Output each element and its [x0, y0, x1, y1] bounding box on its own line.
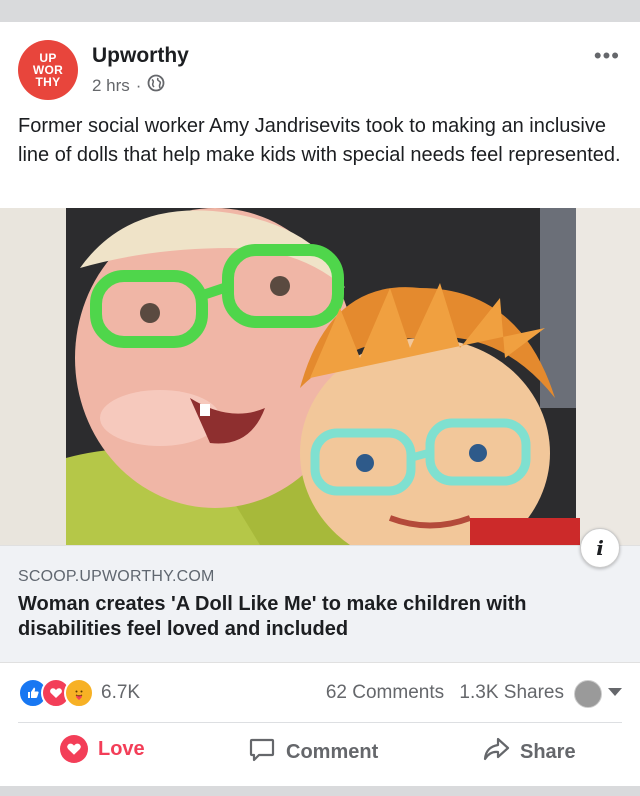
reaction-count: 6.7K	[101, 682, 141, 703]
actions-divider	[18, 722, 622, 723]
link-preview[interactable]: i SCOOP.UPWORTHY.COM Woman creates 'A Do…	[0, 528, 640, 663]
link-title[interactable]: Woman creates 'A Doll Like Me' to make c…	[18, 592, 618, 642]
photo-illustration	[0, 208, 640, 545]
shares-count[interactable]: 1.3K Shares	[459, 682, 564, 703]
viewer-avatar[interactable]	[574, 680, 602, 708]
care-reaction-icon	[64, 678, 94, 708]
info-icon[interactable]: i	[580, 528, 620, 568]
comments-count[interactable]: 62 Comments	[326, 682, 444, 703]
post-caption: Former social worker Amy Jandrisevits to…	[18, 115, 621, 166]
page-name[interactable]: Upworthy	[92, 44, 189, 68]
post-photo[interactable]	[0, 208, 640, 545]
comment-label: Comment	[286, 740, 379, 763]
post-time[interactable]: 2 hrs	[92, 76, 130, 96]
post-stats: 6.7K 62 Comments 1.3K Shares	[0, 674, 640, 714]
feed-background-top	[0, 0, 640, 22]
comment-icon	[248, 735, 276, 769]
share-button[interactable]: Share	[482, 735, 576, 769]
chevron-down-icon[interactable]	[608, 688, 622, 696]
comment-button[interactable]: Comment	[248, 735, 378, 769]
heart-icon	[60, 735, 88, 763]
page-avatar[interactable]: UP WOR THY	[18, 40, 78, 100]
feed-post: UP WOR THY Upworthy 2 hrs · ••• Former s…	[0, 22, 640, 786]
share-icon	[482, 735, 510, 769]
avatar-logo-text: UP WOR THY	[32, 51, 64, 89]
meta-separator: ·	[135, 75, 142, 95]
post-actions: Love Comment Share	[0, 727, 640, 783]
love-button[interactable]: Love	[60, 735, 145, 763]
post-meta: 2 hrs ·	[92, 74, 165, 97]
globe-icon	[147, 74, 165, 97]
more-options-icon[interactable]: •••	[594, 45, 620, 67]
reaction-summary[interactable]: 6.7K	[18, 678, 140, 708]
link-domain: SCOOP.UPWORTHY.COM	[18, 568, 215, 585]
love-label: Love	[98, 737, 145, 760]
share-label: Share	[520, 740, 576, 763]
engagement-counts: 62 Comments 1.3K Shares	[316, 682, 564, 704]
feed-background-bottom	[0, 786, 640, 796]
